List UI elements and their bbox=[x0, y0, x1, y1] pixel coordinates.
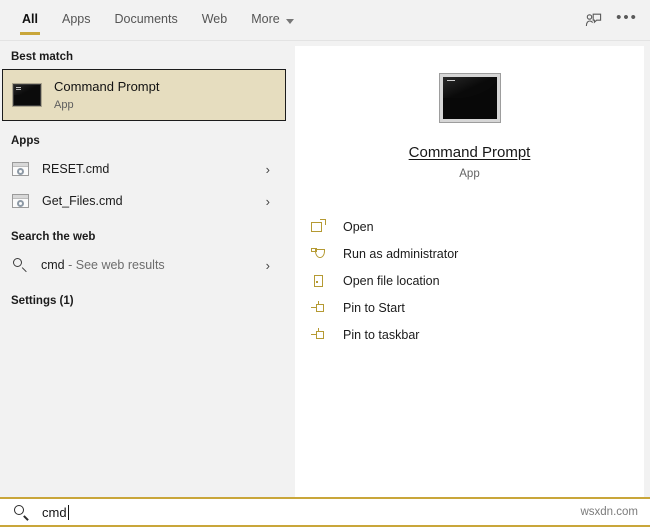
action-open-file-location-label: Open file location bbox=[343, 273, 440, 288]
detail-action-list: Open Run as administrator Open file loca… bbox=[295, 213, 644, 348]
open-external-icon bbox=[311, 218, 327, 235]
search-filter-tabbar: All Apps Documents Web More ••• bbox=[0, 0, 650, 41]
best-match-texts: Command Prompt App bbox=[54, 79, 159, 110]
tab-all-label: All bbox=[22, 12, 38, 27]
command-prompt-icon bbox=[438, 73, 501, 123]
chevron-right-icon[interactable]: › bbox=[266, 195, 270, 208]
settings-heading: Settings (1) bbox=[11, 295, 74, 307]
tab-documents[interactable]: Documents bbox=[102, 0, 189, 41]
list-item-get-files-cmd[interactable]: Get_Files.cmd › bbox=[0, 185, 292, 217]
ellipsis-glyph: ••• bbox=[616, 9, 638, 26]
tab-all[interactable]: All bbox=[10, 0, 50, 41]
best-match-subtitle: App bbox=[54, 98, 74, 111]
tab-web-label: Web bbox=[201, 12, 228, 27]
list-item-label: Get_Files.cmd bbox=[42, 194, 123, 208]
action-pin-to-taskbar-label: Pin to taskbar bbox=[343, 327, 420, 342]
action-open-label: Open bbox=[343, 219, 374, 234]
command-prompt-icon bbox=[13, 84, 41, 106]
search-icon bbox=[13, 504, 30, 521]
web-search-suffix: - See web results bbox=[64, 258, 165, 272]
pin-icon bbox=[311, 327, 327, 343]
web-search-query: cmd bbox=[41, 258, 65, 272]
shield-icon bbox=[311, 246, 327, 262]
detail-subtitle: App bbox=[459, 168, 480, 180]
web-search-result-item[interactable]: cmd - See web results › bbox=[0, 249, 292, 281]
search-the-web-heading: Search the web bbox=[11, 231, 96, 243]
search-bar[interactable]: cmd wsxdn.com bbox=[0, 497, 650, 527]
windows-search-flyout: All Apps Documents Web More ••• Best mat… bbox=[0, 0, 650, 527]
chevron-down-icon bbox=[285, 19, 294, 24]
action-run-as-administrator[interactable]: Run as administrator bbox=[311, 240, 644, 267]
chevron-right-icon[interactable]: › bbox=[266, 259, 270, 272]
tab-web[interactable]: Web bbox=[190, 0, 239, 41]
detail-hero: Command Prompt App bbox=[295, 46, 644, 180]
cmd-script-icon bbox=[12, 162, 29, 176]
tab-more-label: More bbox=[251, 12, 280, 27]
results-list-panel: Best match Command Prompt App Apps RESET… bbox=[0, 41, 292, 497]
chevron-right-icon[interactable]: › bbox=[266, 163, 270, 176]
tabbar-actions: ••• bbox=[578, 0, 642, 41]
action-run-as-administrator-label: Run as administrator bbox=[343, 246, 459, 261]
ellipsis-icon[interactable]: ••• bbox=[612, 6, 642, 36]
tab-more[interactable]: More bbox=[239, 0, 305, 41]
apps-heading: Apps bbox=[11, 135, 40, 147]
best-match-heading: Best match bbox=[11, 51, 73, 63]
tab-documents-label: Documents bbox=[114, 12, 178, 27]
app-detail-panel: Command Prompt App Open Run as administr… bbox=[295, 46, 644, 497]
tab-apps[interactable]: Apps bbox=[50, 0, 103, 41]
pin-icon bbox=[311, 300, 327, 316]
best-match-item[interactable]: Command Prompt App bbox=[2, 69, 286, 121]
web-search-label: cmd - See web results bbox=[41, 258, 165, 272]
feedback-person-icon[interactable] bbox=[578, 6, 608, 36]
action-open[interactable]: Open bbox=[311, 213, 644, 240]
search-input[interactable]: cmd bbox=[42, 504, 69, 520]
text-cursor bbox=[67, 504, 69, 520]
folder-door-icon bbox=[311, 273, 327, 289]
action-pin-to-taskbar[interactable]: Pin to taskbar bbox=[311, 321, 644, 348]
cmd-script-icon bbox=[12, 194, 29, 208]
tab-apps-label: Apps bbox=[61, 12, 91, 27]
list-item-label: RESET.cmd bbox=[42, 162, 110, 176]
best-match-title: Command Prompt bbox=[54, 79, 160, 95]
tab-list: All Apps Documents Web More bbox=[10, 0, 306, 41]
list-item-reset-cmd[interactable]: RESET.cmd › bbox=[0, 153, 292, 185]
action-pin-to-start-label: Pin to Start bbox=[343, 300, 405, 315]
watermark: wsxdn.com bbox=[580, 506, 638, 518]
detail-title[interactable]: Command Prompt bbox=[295, 144, 644, 161]
action-open-file-location[interactable]: Open file location bbox=[311, 267, 644, 294]
search-icon bbox=[12, 257, 28, 273]
action-pin-to-start[interactable]: Pin to Start bbox=[311, 294, 644, 321]
search-input-value: cmd bbox=[42, 504, 67, 520]
